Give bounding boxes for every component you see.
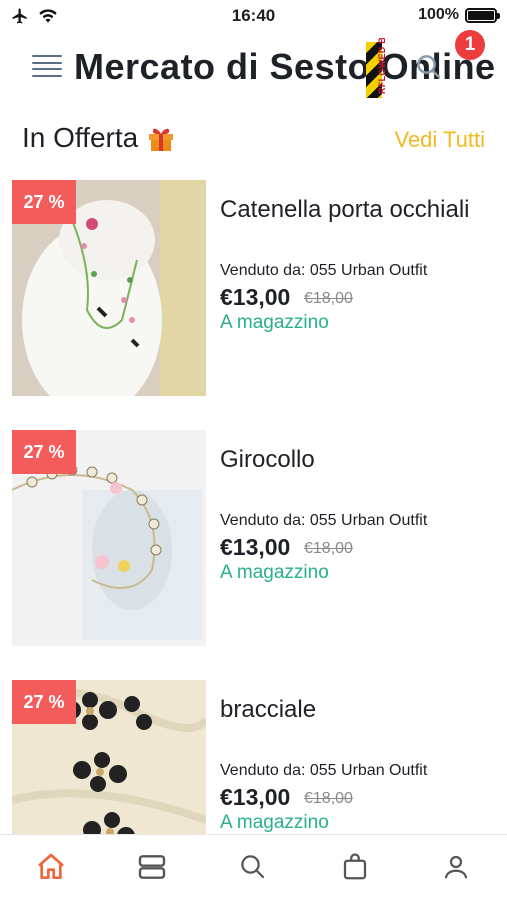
- shopping-bag-icon: [343, 852, 366, 879]
- search-icon: [241, 854, 265, 878]
- stock-status: A magazzino: [220, 312, 329, 333]
- product-image[interactable]: 27 %: [12, 180, 206, 396]
- bottom-nav: [0, 834, 507, 900]
- nav-profile[interactable]: [426, 837, 486, 897]
- discount-badge: 27 %: [12, 430, 76, 474]
- app-header: Mercato di Sesto Online RFLOWED BY: [0, 38, 507, 98]
- categories-icon: [138, 854, 166, 879]
- seller-label: Venduto da:: [220, 762, 306, 779]
- seller-name: 055 Urban Outfit: [309, 762, 428, 779]
- menu-line: [32, 68, 62, 71]
- gift-icon: [149, 128, 174, 151]
- seller-name: 055 Urban Outfit: [309, 262, 428, 279]
- header-search-button[interactable]: [414, 52, 444, 87]
- status-bar: 16:40 100%: [0, 0, 507, 32]
- battery-fill: [468, 10, 494, 20]
- product-seller: Venduto da: 055 Urban Outfit: [220, 262, 427, 280]
- discount-badge: 27 %: [12, 680, 76, 724]
- battery-percent: 100%: [418, 6, 459, 23]
- menu-line: [32, 55, 62, 57]
- section-title-text: In Offerta: [22, 122, 139, 153]
- menu-line: [32, 74, 62, 77]
- product-card[interactable]: 27 % Catenella porta occhiali Venduto da…: [0, 180, 507, 400]
- seller-label: Venduto da:: [220, 512, 306, 529]
- search-icon: [417, 55, 441, 79]
- product-name[interactable]: Catenella porta occhiali: [220, 196, 469, 224]
- notification-badge[interactable]: 1: [455, 30, 485, 60]
- hamburger-menu-button[interactable]: [32, 52, 62, 80]
- product-price: €13,00: [220, 784, 291, 810]
- nav-home[interactable]: [21, 837, 81, 897]
- menu-line: [32, 61, 62, 64]
- section-title: In Offerta: [22, 122, 176, 154]
- stock-status: A magazzino: [220, 812, 329, 833]
- see-all-link[interactable]: Vedi Tutti: [394, 127, 485, 153]
- user-icon: [445, 855, 468, 878]
- battery-icon: [465, 7, 500, 23]
- section-header: In Offerta Vedi Tutti: [22, 118, 485, 158]
- reflowed-badge-text: RFLOWED BY: [377, 38, 387, 94]
- seller-name: 055 Urban Outfit: [309, 512, 428, 529]
- home-icon: [37, 853, 64, 879]
- product-old-price: €18,00: [304, 290, 353, 307]
- product-price: €13,00: [220, 284, 291, 310]
- product-old-price: €18,00: [304, 790, 353, 807]
- reflowed-badge-logo: RFLOWED BY: [366, 38, 396, 98]
- product-old-price: €18,00: [304, 540, 353, 557]
- discount-badge: 27 %: [12, 180, 76, 224]
- seller-label: Venduto da:: [220, 262, 306, 279]
- product-card[interactable]: 27 % Girocollo Venduto da: 055 Urban Out…: [0, 430, 507, 650]
- status-right: 100%: [418, 6, 500, 24]
- product-name[interactable]: bracciale: [220, 696, 316, 724]
- product-name[interactable]: Girocollo: [220, 446, 315, 474]
- product-image[interactable]: 27 %: [12, 430, 206, 646]
- product-price: €13,00: [220, 534, 291, 560]
- stock-status: A magazzino: [220, 562, 329, 583]
- nav-categories[interactable]: [122, 837, 182, 897]
- product-seller: Venduto da: 055 Urban Outfit: [220, 762, 427, 780]
- nav-cart[interactable]: [325, 837, 385, 897]
- nav-search[interactable]: [223, 837, 283, 897]
- product-seller: Venduto da: 055 Urban Outfit: [220, 512, 427, 530]
